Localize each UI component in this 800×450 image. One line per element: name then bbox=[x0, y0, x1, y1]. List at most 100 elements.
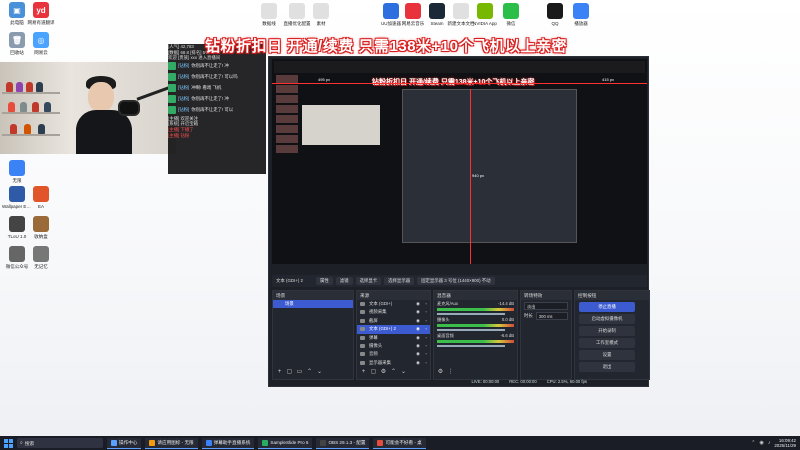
volume-slider[interactable] bbox=[437, 345, 505, 347]
lock-icon[interactable]: ▫ bbox=[425, 351, 427, 356]
eye-icon[interactable]: ◉ bbox=[416, 326, 420, 332]
mic-arm bbox=[136, 86, 170, 101]
scene-item[interactable]: 场景 bbox=[273, 300, 353, 309]
eye-icon[interactable]: ◉ bbox=[416, 309, 420, 315]
settings-icon[interactable]: ▭ bbox=[296, 369, 303, 376]
eye-icon[interactable]: ◉ bbox=[416, 335, 420, 341]
source-label: 弹幕 bbox=[369, 334, 378, 340]
source-label: 截屏 bbox=[369, 317, 378, 323]
lock-icon[interactable]: ▫ bbox=[425, 343, 427, 348]
desktop-icon-label: 微信 bbox=[506, 21, 516, 26]
obs-preview[interactable]: 钻粉折扣日 开通/续费 只需138米+10个飞机以上亲密 495 px 415 … bbox=[272, 59, 647, 264]
volume-slider[interactable] bbox=[437, 329, 505, 331]
lock-icon[interactable]: ▫ bbox=[425, 318, 427, 323]
desktop-icon[interactable]: ◎ 网易云 bbox=[26, 32, 56, 56]
eye-icon[interactable]: ◉ bbox=[416, 343, 420, 349]
app-icon: ◎ bbox=[33, 32, 49, 48]
channel-name: 摄像头 bbox=[437, 317, 450, 322]
selected-source-name: 文本 (GDI+) 2 bbox=[276, 278, 303, 283]
settings-icon[interactable]: ⚙ bbox=[380, 369, 387, 376]
desktop-icon[interactable]: yd 网易有道翻译 bbox=[26, 2, 56, 26]
tray-expand-icon[interactable]: ⌃ bbox=[751, 440, 755, 446]
desktop-icon[interactable]: 数据线 bbox=[254, 3, 284, 27]
taskbar-app[interactable]: 操作中心 bbox=[107, 437, 142, 449]
trash-icon[interactable]: ▢ bbox=[370, 369, 377, 376]
lock-icon[interactable]: ▫ bbox=[425, 335, 427, 340]
transition-select[interactable]: 淡出 bbox=[524, 302, 568, 310]
select-display-button[interactable]: 选择显示器 bbox=[384, 277, 415, 285]
clock[interactable]: 16:09:42 2025/11/29 bbox=[774, 438, 796, 448]
network-icon[interactable]: ◉ bbox=[759, 440, 763, 446]
control-button[interactable]: 退出 bbox=[579, 362, 635, 372]
app-icon bbox=[33, 216, 49, 232]
taskbar-app-label: 弹幕助手直播系统 bbox=[213, 439, 251, 445]
control-button[interactable]: 设置 bbox=[579, 350, 635, 360]
desktop-icon[interactable]: 微信 bbox=[496, 3, 526, 27]
move-down-icon[interactable]: ⌄ bbox=[316, 369, 323, 376]
mixer-menu-icon[interactable]: ⋮ bbox=[447, 369, 454, 376]
source-type-icon bbox=[360, 318, 365, 323]
controls-dock: 控制按钮 停止直播 启动虚拟摄像机 开始录制 工作室模式 设置 退出 bbox=[574, 290, 650, 380]
chat-username: [钻粉] bbox=[178, 74, 190, 80]
desktop-icon[interactable]: EA bbox=[26, 186, 56, 210]
source-item[interactable]: 截屏 ◉ ▫ bbox=[357, 317, 430, 325]
eye-icon[interactable]: ◉ bbox=[416, 351, 420, 357]
eye-icon[interactable]: ◉ bbox=[416, 360, 420, 366]
move-down-icon[interactable]: ⌄ bbox=[400, 369, 407, 376]
desktop-icon[interactable]: 无记忆 bbox=[26, 246, 56, 270]
user-avatar bbox=[168, 95, 176, 104]
taskbar-app[interactable]: 弹幕助手直播系统 bbox=[201, 437, 255, 449]
eye-icon[interactable]: ◉ bbox=[416, 318, 420, 324]
desktop-icon[interactable]: 无限 bbox=[2, 160, 32, 184]
source-item[interactable]: 摄像头 ◉ ▫ bbox=[357, 342, 430, 350]
source-item[interactable]: 视频采集 ◉ ▫ bbox=[357, 308, 430, 316]
lock-icon[interactable]: ▫ bbox=[425, 360, 427, 365]
taskbar-app[interactable]: 请应用图标 - 无限 bbox=[145, 437, 198, 449]
chat-red-line: [主播] 钻粉 bbox=[168, 132, 190, 138]
source-type-icon bbox=[360, 310, 365, 315]
trash-icon[interactable]: ▢ bbox=[286, 369, 293, 376]
mixer-settings-icon[interactable]: ⚙ bbox=[437, 369, 444, 376]
control-button[interactable]: 启动虚拟摄像机 bbox=[579, 314, 635, 324]
desktop-icon-label: 播放器 bbox=[574, 21, 588, 26]
taskbar-app[interactable]: SampleSlide Pro 6 bbox=[258, 437, 313, 449]
duration-input[interactable]: 300 ms bbox=[535, 312, 568, 320]
source-item[interactable]: 文本 (GDI+) 2 ◉ ▫ bbox=[357, 325, 430, 334]
taskbar-search[interactable]: ⌕ 搜索 bbox=[17, 438, 103, 448]
taskbar-app[interactable]: OBS 29.1.3 - 配置 bbox=[316, 437, 370, 449]
control-button[interactable]: 工作室模式 bbox=[579, 338, 635, 348]
source-item[interactable]: 显示器采集 ◉ ▫ bbox=[357, 359, 430, 367]
lock-icon[interactable]: ▫ bbox=[425, 301, 427, 306]
desktop-icon[interactable]: 播放器 bbox=[566, 3, 596, 27]
taskbar-app[interactable]: 可能会不好看 - 桌 bbox=[373, 437, 426, 449]
desktop-icon-label: EA bbox=[37, 204, 44, 209]
add-icon[interactable]: + bbox=[360, 369, 367, 376]
volume-icon[interactable]: ♪ bbox=[768, 440, 771, 446]
select-gpu-button[interactable]: 选择显卡 bbox=[355, 277, 382, 285]
desktop-icon[interactable]: 收纳盒 bbox=[26, 216, 56, 240]
properties-button[interactable]: 属性 bbox=[315, 277, 333, 285]
filters-button[interactable]: 滤镜 bbox=[335, 277, 353, 285]
move-up-icon[interactable]: ⌃ bbox=[306, 369, 313, 376]
volume-meter bbox=[437, 324, 514, 327]
eye-icon[interactable]: ◉ bbox=[416, 301, 420, 307]
volume-slider[interactable] bbox=[437, 313, 505, 315]
obs-window: 钻粉折扣日 开通/续费 只需138米+10个飞机以上亲密 495 px 415 … bbox=[268, 56, 650, 387]
source-item[interactable]: 文本 (GDI+) ◉ ▫ bbox=[357, 300, 430, 308]
chat-username: [钻粉] bbox=[178, 96, 190, 102]
lock-icon[interactable]: ▫ bbox=[425, 326, 427, 331]
desktop-icon[interactable]: 素材 bbox=[306, 3, 336, 27]
chat-message: [钻粉] 冲啊! 看戏 飞机 bbox=[168, 83, 266, 94]
move-up-icon[interactable]: ⌃ bbox=[390, 369, 397, 376]
app-icon bbox=[289, 3, 305, 19]
source-item[interactable]: 音频 ◉ ▫ bbox=[357, 350, 430, 358]
preview-top-strip bbox=[274, 61, 645, 73]
user-avatar bbox=[168, 62, 176, 71]
control-button[interactable]: 开始录制 bbox=[579, 326, 635, 336]
control-button[interactable]: 停止直播 bbox=[579, 302, 635, 312]
start-button[interactable] bbox=[2, 437, 14, 449]
taskbar-app-label: OBS 29.1.3 - 配置 bbox=[328, 439, 366, 445]
lock-icon[interactable]: ▫ bbox=[425, 309, 427, 314]
source-item[interactable]: 弹幕 ◉ ▫ bbox=[357, 334, 430, 342]
add-icon[interactable]: + bbox=[276, 369, 283, 376]
